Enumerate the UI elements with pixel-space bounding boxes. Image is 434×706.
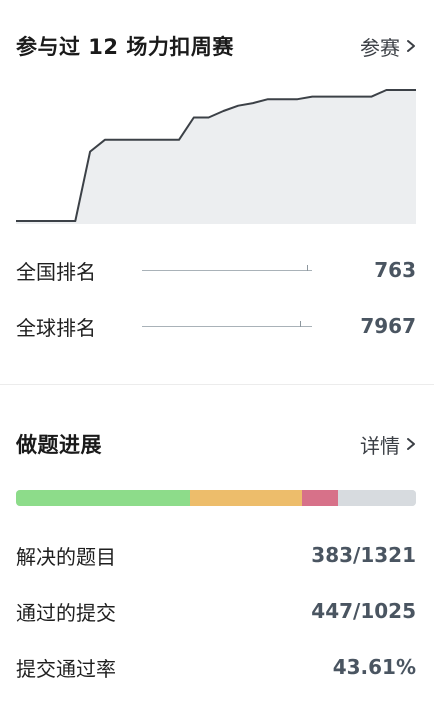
contest-header: 参与过 12 场力扣周赛 参赛 xyxy=(16,28,416,64)
progress-segment-remaining xyxy=(338,490,416,506)
contest-link-button[interactable]: 参赛 xyxy=(360,32,416,61)
progress-detail-button[interactable]: 详情 xyxy=(360,430,416,459)
progress-title: 做题进展 xyxy=(16,433,102,457)
progress-header: 做题进展 详情 xyxy=(16,426,416,462)
stat-row-acceptance-rate: 提交通过率 43.61% xyxy=(16,647,416,687)
contest-title: 参与过 12 场力扣周赛 xyxy=(16,35,234,59)
progress-detail-label: 详情 xyxy=(360,433,400,458)
rank-row-national: 全国排名 763 xyxy=(16,250,416,290)
chevron-right-icon xyxy=(407,40,415,52)
rank-row-global: 全球排名 7967 xyxy=(16,306,416,346)
rank-track-line xyxy=(142,270,312,271)
rank-marker xyxy=(306,265,308,271)
rank-track-line xyxy=(142,326,312,327)
progress-bar xyxy=(16,490,416,506)
stat-label: 通过的提交 xyxy=(16,600,116,625)
rank-marker xyxy=(300,321,302,327)
rank-track xyxy=(142,321,312,331)
rating-chart xyxy=(16,89,416,224)
stat-value: 43.61% xyxy=(332,655,416,679)
contest-link-label: 参赛 xyxy=(360,35,400,60)
stat-row-accepted-submissions: 通过的提交 447/1025 xyxy=(16,591,416,631)
progress-segment-easy xyxy=(16,490,190,506)
section-divider xyxy=(0,384,434,385)
rank-value: 7967 xyxy=(360,314,416,338)
rank-label: 全球排名 xyxy=(16,315,96,340)
progress-segment-medium xyxy=(190,490,302,506)
stat-row-solved: 解决的题目 383/1321 xyxy=(16,535,416,575)
rank-value: 763 xyxy=(374,258,416,282)
stat-label: 解决的题目 xyxy=(16,544,116,569)
progress-segment-hard xyxy=(302,490,338,506)
rating-area xyxy=(16,90,416,224)
stat-value: 383/1321 xyxy=(311,543,416,567)
rank-label: 全国排名 xyxy=(16,259,96,284)
stat-value: 447/1025 xyxy=(311,599,416,623)
stat-label: 提交通过率 xyxy=(16,656,116,681)
chevron-right-icon xyxy=(407,438,415,450)
rank-track xyxy=(142,265,312,275)
